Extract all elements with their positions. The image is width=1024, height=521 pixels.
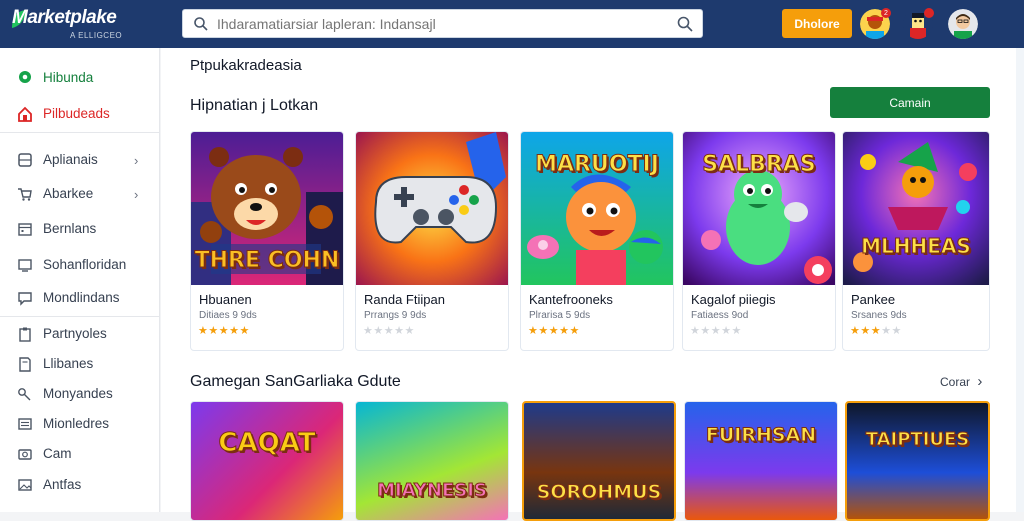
game-card[interactable]: Randa Ftiipan Prrangs 9 9ds ★★★★★: [355, 131, 509, 351]
game-logo-text: TAIPTIUES: [865, 429, 970, 450]
sidebar-item-monyandes[interactable]: Monyandes: [0, 380, 160, 408]
game-title: Randa Ftiipan: [364, 292, 445, 307]
camera-icon: [18, 449, 32, 460]
alert-badge-icon: [924, 8, 934, 18]
game-card[interactable]: TAIPTIUES: [845, 401, 990, 521]
game-art-image: [356, 132, 508, 285]
game-card[interactable]: FUIRHSAN: [684, 401, 838, 521]
logo[interactable]: Marketplake A ELLIGCEO: [12, 6, 144, 42]
sidebar-item-abarkee[interactable]: Abarkee ›: [0, 180, 160, 208]
game-logo-text: MLHHEAS: [861, 234, 972, 258]
game-logo-text: CAQAT: [218, 428, 316, 458]
sidebar-item-aplianais[interactable]: Aplianais ›: [0, 146, 160, 174]
home-icon: [18, 106, 32, 122]
sidebar-item-sohanfloridan[interactable]: Sohanfloridan: [0, 251, 160, 279]
star-rating: ★★★★★: [690, 325, 742, 337]
logo-subtitle: A ELLIGCEO: [70, 31, 123, 40]
game-art-image: THRE COHN: [191, 132, 343, 285]
game-logo-text: SOROHMUS: [536, 481, 662, 503]
game-logo-text: MARUOTIJ: [535, 152, 660, 177]
star-rating: ★★★★★: [198, 325, 250, 337]
chevron-right-icon: ›: [134, 153, 139, 168]
sidebar-item-hibunda[interactable]: Hibunda: [0, 64, 160, 92]
game-meta: Fatiaess 9od: [691, 310, 749, 321]
grid-icon: [18, 153, 32, 167]
game-title: Hbuanen: [199, 292, 252, 307]
game-card[interactable]: MARUOTIJ Kantefrooneks Plrarisa 5 9ds ★★…: [520, 131, 674, 351]
search-input[interactable]: [217, 13, 657, 35]
key-icon: [18, 388, 31, 401]
sidebar-item-antfas[interactable]: Antfas: [0, 471, 160, 499]
game-title: Kantefrooneks: [529, 292, 613, 307]
game-art-image: MARUOTIJ: [521, 132, 673, 285]
monitor-icon: [18, 259, 32, 272]
clipboard-icon: [19, 327, 31, 342]
game-logo-text: FUIRHSAN: [705, 424, 817, 446]
sidebar-item-bernlans[interactable]: Bernlans: [0, 215, 160, 243]
chevron-right-icon: ›: [134, 187, 139, 202]
see-more-label: Corar: [940, 375, 971, 389]
game-meta: Ditiaes 9 9ds: [199, 310, 257, 321]
star-rating: ★★★★★: [528, 325, 580, 337]
avatar-user-3[interactable]: [948, 9, 978, 39]
see-more-link[interactable]: Corar ›: [940, 373, 982, 390]
search-bar: [182, 9, 703, 38]
cart-icon: [18, 188, 32, 201]
game-title: Kagalof piiegis: [691, 292, 776, 307]
calendar-icon: [18, 223, 32, 236]
game-logo-text: MIAYNESIS: [377, 480, 488, 501]
action-button[interactable]: Dholore: [782, 9, 852, 38]
view-all-button[interactable]: Camain: [830, 87, 990, 118]
search-icon: [194, 17, 208, 31]
section-title-games: Gamegan SanGarliaka Gdute: [190, 373, 401, 390]
sidebar-item-cam[interactable]: Cam: [0, 440, 160, 468]
game-meta: Prrangs 9 9ds: [364, 310, 427, 321]
notification-badge: 2: [881, 8, 891, 18]
logo-text: Marketplake: [12, 7, 117, 28]
image-icon: [18, 479, 32, 491]
game-card[interactable]: CAQAT: [190, 401, 344, 521]
list-icon: [18, 418, 32, 430]
search-submit-icon[interactable]: [676, 15, 694, 33]
chat-icon: [18, 292, 32, 306]
scrollbar[interactable]: [1016, 48, 1024, 512]
star-rating: ★★★★★: [850, 325, 902, 337]
chevron-right-icon: ›: [977, 373, 983, 390]
star-rating: ★★★★★: [363, 325, 415, 337]
book-icon: [19, 357, 31, 372]
game-card[interactable]: SALBRAS Kagalof piiegis Fatiaess 9od ★★★…: [682, 131, 836, 351]
game-card[interactable]: SOROHMUS: [522, 401, 676, 521]
game-logo-text: SALBRAS: [702, 152, 816, 177]
page-title: Ptpukakradeasia: [190, 57, 302, 74]
sidebar-item-mionledres[interactable]: Mionledres: [0, 410, 160, 438]
sidebar: Hibunda Pilbudeads Aplianais › Abarkee ›…: [0, 48, 160, 512]
sidebar-item-pilbudeads[interactable]: Pilbudeads: [0, 100, 160, 128]
sidebar-item-llibanes[interactable]: Llibanes: [0, 350, 160, 378]
game-logo-text: THRE COHN: [194, 248, 340, 273]
game-art-image: MLHHEAS: [843, 132, 989, 285]
game-title: Pankee: [851, 292, 896, 307]
game-card[interactable]: MLHHEAS Pankee Srsanes 9ds ★★★★★: [842, 131, 990, 351]
game-card[interactable]: THRE COHN Hbuanen Ditiaes 9 9ds ★★★★★: [190, 131, 344, 351]
sidebar-item-partnyoles[interactable]: Partnyoles: [0, 320, 160, 348]
game-card[interactable]: MIAYNESIS: [355, 401, 509, 521]
map-pin-icon: [19, 71, 31, 83]
game-meta: Srsanes 9ds: [851, 310, 907, 321]
game-art-image: SALBRAS: [683, 132, 835, 285]
game-meta: Plrarisa 5 9ds: [529, 310, 591, 321]
top-bar: Marketplake A ELLIGCEO Dholore 2: [0, 0, 1024, 48]
sidebar-item-mondlindans[interactable]: Mondlindans: [0, 284, 160, 312]
section-title-featured: Hipnatian j Lotkan: [190, 97, 319, 114]
